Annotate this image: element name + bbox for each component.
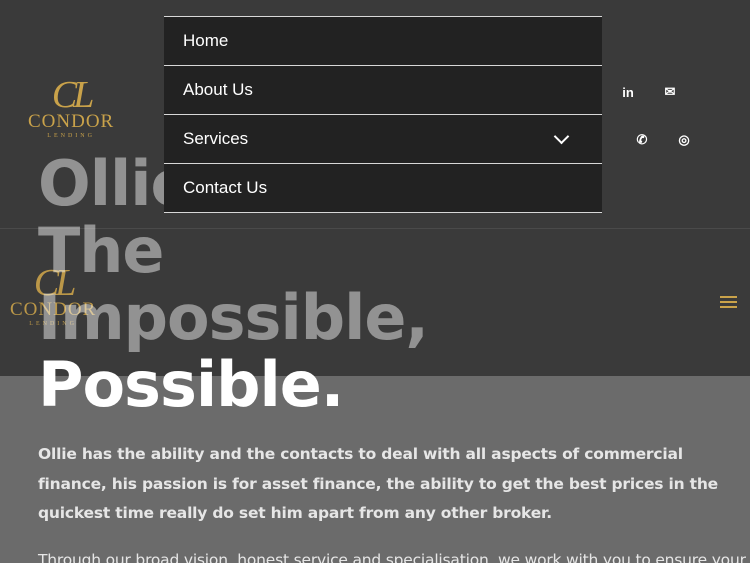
hamburger-bar	[720, 296, 737, 298]
hamburger-bar	[720, 306, 737, 308]
linkedin-icon[interactable]: in	[618, 82, 638, 102]
hero-title-line: Possible.	[38, 348, 344, 421]
hero-title-line: The	[38, 214, 164, 287]
nav-item-services[interactable]: Services	[164, 115, 602, 164]
nav-item-label: Contact Us	[183, 178, 268, 197]
hamburger-bar	[720, 301, 737, 303]
chevron-down-icon[interactable]	[553, 128, 570, 144]
hero-paragraph: Ollie has the ability and the contacts t…	[38, 445, 718, 522]
logo-name: CONDOR	[28, 111, 115, 132]
hero-paragraph-2: Through our broad vision, honest service…	[38, 551, 746, 563]
logo-monogram: CL	[51, 74, 95, 116]
nav-item-label: Home	[183, 31, 229, 50]
hamburger-menu-icon[interactable]	[720, 296, 737, 308]
nav-item-about-us[interactable]: About Us	[164, 66, 602, 115]
site-logo[interactable]: CL CONDOR LENDING	[28, 74, 115, 140]
instagram-icon[interactable]: ◎	[674, 130, 694, 150]
logo-tagline: LENDING	[47, 133, 95, 139]
nav-item-home[interactable]: Home	[164, 17, 602, 66]
hero-title-line: Impossible,	[38, 281, 429, 354]
nav-item-label: Services	[183, 129, 249, 148]
nav-item-label: About Us	[183, 80, 253, 99]
main-nav-menu: Home About Us Services Contact Us	[164, 16, 602, 213]
phone-icon[interactable]: ✆	[632, 130, 652, 150]
mail-icon[interactable]: ✉	[660, 82, 680, 102]
nav-item-contact-us[interactable]: Contact Us	[164, 164, 602, 213]
